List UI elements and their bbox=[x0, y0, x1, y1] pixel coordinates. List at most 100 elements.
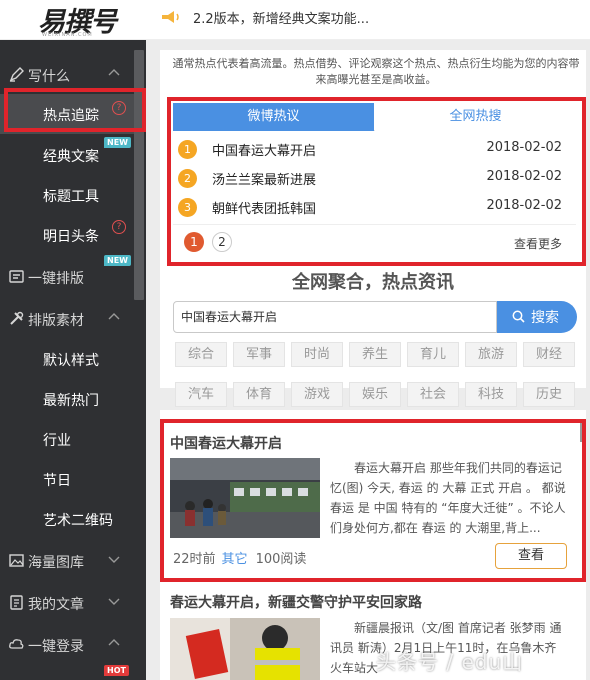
search-input[interactable]: 中国春运大幕开启 bbox=[173, 301, 497, 333]
sidebar-group-write[interactable]: 写什么 bbox=[0, 55, 134, 95]
sidebar-item-label: 最新热门 bbox=[43, 393, 99, 409]
hot-tabs: 微博热议 全网热搜 bbox=[173, 103, 576, 131]
sidebar-group-label: 一键登录 bbox=[28, 639, 84, 655]
search-button-label: 搜索 bbox=[531, 310, 559, 326]
chevron-up-icon bbox=[108, 69, 120, 76]
sidebar-item-label: 经典文案 bbox=[43, 149, 99, 165]
sidebar-scrollbar[interactable] bbox=[134, 50, 144, 300]
app-logo[interactable]: 易撰号 WEIXINAN.COM bbox=[38, 2, 120, 38]
rank-badge: 1 bbox=[178, 140, 197, 159]
news-thumbnail[interactable] bbox=[170, 618, 320, 680]
sidebar-item-tomorrow-headlines[interactable]: 明日头条 ? bbox=[0, 215, 134, 255]
search-button[interactable]: 搜索 bbox=[497, 301, 577, 333]
megaphone-icon bbox=[162, 11, 179, 23]
category-tag[interactable]: 育儿 bbox=[407, 342, 459, 367]
tab-web-hot-search[interactable]: 全网热搜 bbox=[375, 103, 576, 131]
new-badge: NEW bbox=[104, 255, 131, 266]
sidebar-item-festival[interactable]: 节日 bbox=[0, 459, 134, 499]
page-button-1[interactable]: 1 bbox=[184, 232, 204, 252]
view-more-link[interactable]: 查看更多 bbox=[514, 235, 562, 252]
category-tag[interactable]: 时尚 bbox=[291, 342, 343, 367]
hot-intro: 通常热点代表着高流量。热点借势、评论观察这个热点、热点衍生均能为您的内容带来高曝… bbox=[172, 57, 580, 86]
category-tag[interactable]: 财经 bbox=[523, 342, 575, 367]
chevron-up-icon bbox=[108, 313, 120, 320]
sidebar-item-art-qrcode[interactable]: 艺术二维码 bbox=[0, 499, 134, 539]
hot-list-item[interactable]: 2 汤兰兰案最新进展 2018-02-02 bbox=[178, 164, 568, 192]
sidebar-item-title-tools[interactable]: 标题工具 bbox=[0, 175, 134, 215]
layout-icon bbox=[9, 270, 24, 283]
hot-title[interactable]: 汤兰兰案最新进展 bbox=[212, 169, 316, 188]
sidebar-group-label: 一键排版 bbox=[28, 271, 84, 287]
hot-date: 2018-02-02 bbox=[486, 198, 562, 213]
news-time: 22时前 bbox=[173, 552, 216, 567]
help-icon[interactable]: ? bbox=[112, 101, 126, 115]
news-title[interactable]: 中国春运大幕开启 bbox=[170, 433, 282, 453]
search-icon bbox=[512, 310, 525, 323]
document-icon bbox=[10, 595, 23, 610]
sidebar-item-label: 行业 bbox=[43, 433, 71, 449]
hot-list-item[interactable]: 1 中国春运大幕开启 2018-02-02 bbox=[178, 135, 568, 163]
sidebar-group-layout-materials[interactable]: 排版素材 bbox=[0, 299, 134, 339]
news-summary: 春运大幕开启 那些年我们共同的春运记忆(图) 今天, 春运 的 大幕 正式 开启… bbox=[330, 461, 566, 535]
tab-weibo-hot[interactable]: 微博热议 bbox=[173, 103, 374, 131]
sidebar-item-label: 标题工具 bbox=[43, 189, 99, 205]
sidebar-item-industry[interactable]: 行业 bbox=[0, 419, 134, 459]
logo-subtext: WEIXINAN.COM bbox=[42, 32, 93, 38]
sidebar-group-image-library[interactable]: 海量图库 bbox=[0, 541, 134, 581]
news-thumbnail[interactable] bbox=[170, 458, 320, 538]
help-icon[interactable]: ? bbox=[112, 220, 126, 234]
category-tag[interactable]: 养生 bbox=[349, 342, 401, 367]
sidebar-item-latest-popular[interactable]: 最新热门 bbox=[0, 379, 134, 419]
sidebar-group-one-click-layout[interactable]: 一键排版 NEW bbox=[0, 255, 134, 297]
news-reads: 100阅读 bbox=[255, 552, 307, 567]
sidebar-group-one-click-login[interactable]: 一键登录 bbox=[0, 625, 134, 665]
hot-badge: HOT bbox=[104, 665, 129, 676]
sidebar-group-label: 写什么 bbox=[28, 69, 70, 85]
news-scrollbar[interactable] bbox=[580, 420, 585, 442]
hot-date: 2018-02-02 bbox=[486, 169, 562, 184]
sidebar-group-label: 海量图库 bbox=[28, 555, 84, 571]
category-tag[interactable]: 游戏 bbox=[291, 382, 343, 407]
sidebar-item-classic-copy[interactable]: 经典文案 NEW bbox=[0, 135, 134, 175]
news-title[interactable]: 春运大幕开启，新疆交警守护平安回家路 bbox=[170, 592, 422, 612]
category-tag[interactable]: 娱乐 bbox=[349, 382, 401, 407]
category-tag[interactable]: 社会 bbox=[407, 382, 459, 407]
category-tag[interactable]: 军事 bbox=[233, 342, 285, 367]
category-tag[interactable]: 体育 bbox=[233, 382, 285, 407]
divider bbox=[173, 224, 576, 225]
new-badge: NEW bbox=[104, 137, 131, 148]
aggregate-title: 全网聚合，热点资讯 bbox=[292, 272, 454, 293]
tools-icon bbox=[10, 311, 24, 325]
sidebar-item-label: 艺术二维码 bbox=[43, 513, 113, 529]
image-icon bbox=[9, 554, 24, 567]
hot-date: 2018-02-02 bbox=[486, 140, 562, 155]
category-tag[interactable]: 历史 bbox=[523, 382, 575, 407]
hot-list-item[interactable]: 3 朝鲜代表团抵韩国 2018-02-02 bbox=[178, 193, 568, 221]
page-button-2[interactable]: 2 bbox=[212, 232, 232, 252]
sidebar-item-label: 明日头条 bbox=[43, 229, 99, 245]
category-tag[interactable]: 旅游 bbox=[465, 342, 517, 367]
top-bar: 易撰号 WEIXINAN.COM 2.2版本，新增经典文案功能... bbox=[0, 0, 590, 40]
hot-title[interactable]: 朝鲜代表团抵韩国 bbox=[212, 198, 316, 217]
category-tag[interactable]: 综合 bbox=[175, 342, 227, 367]
sidebar-item-default-style[interactable]: 默认样式 bbox=[0, 339, 134, 379]
category-tag[interactable]: 科技 bbox=[465, 382, 517, 407]
hot-title[interactable]: 中国春运大幕开启 bbox=[212, 140, 316, 159]
chevron-down-icon bbox=[108, 556, 120, 563]
sidebar-item-hot-tracking[interactable]: 热点追踪 ? bbox=[0, 94, 134, 134]
chevron-down-icon bbox=[108, 598, 120, 605]
cloud-login-icon bbox=[9, 639, 24, 649]
sidebar-group-my-articles[interactable]: 我的文章 bbox=[0, 583, 134, 623]
view-button[interactable]: 查看 bbox=[495, 543, 567, 569]
news-source[interactable]: 其它 bbox=[222, 552, 248, 567]
pen-icon bbox=[9, 67, 24, 82]
sidebar-item-label: 热点追踪 bbox=[43, 108, 99, 124]
sidebar-group-label: 我的文章 bbox=[28, 597, 84, 613]
watermark: 头条号 / edu山 bbox=[376, 650, 524, 674]
rank-badge: 3 bbox=[178, 198, 197, 217]
chevron-up-icon bbox=[108, 639, 120, 646]
sidebar-item-label: 节日 bbox=[43, 473, 71, 489]
update-notice[interactable]: 2.2版本，新增经典文案功能... bbox=[193, 8, 369, 27]
category-tag[interactable]: 汽车 bbox=[175, 382, 227, 407]
news-meta: 22时前 其它 100阅读 bbox=[173, 548, 306, 567]
